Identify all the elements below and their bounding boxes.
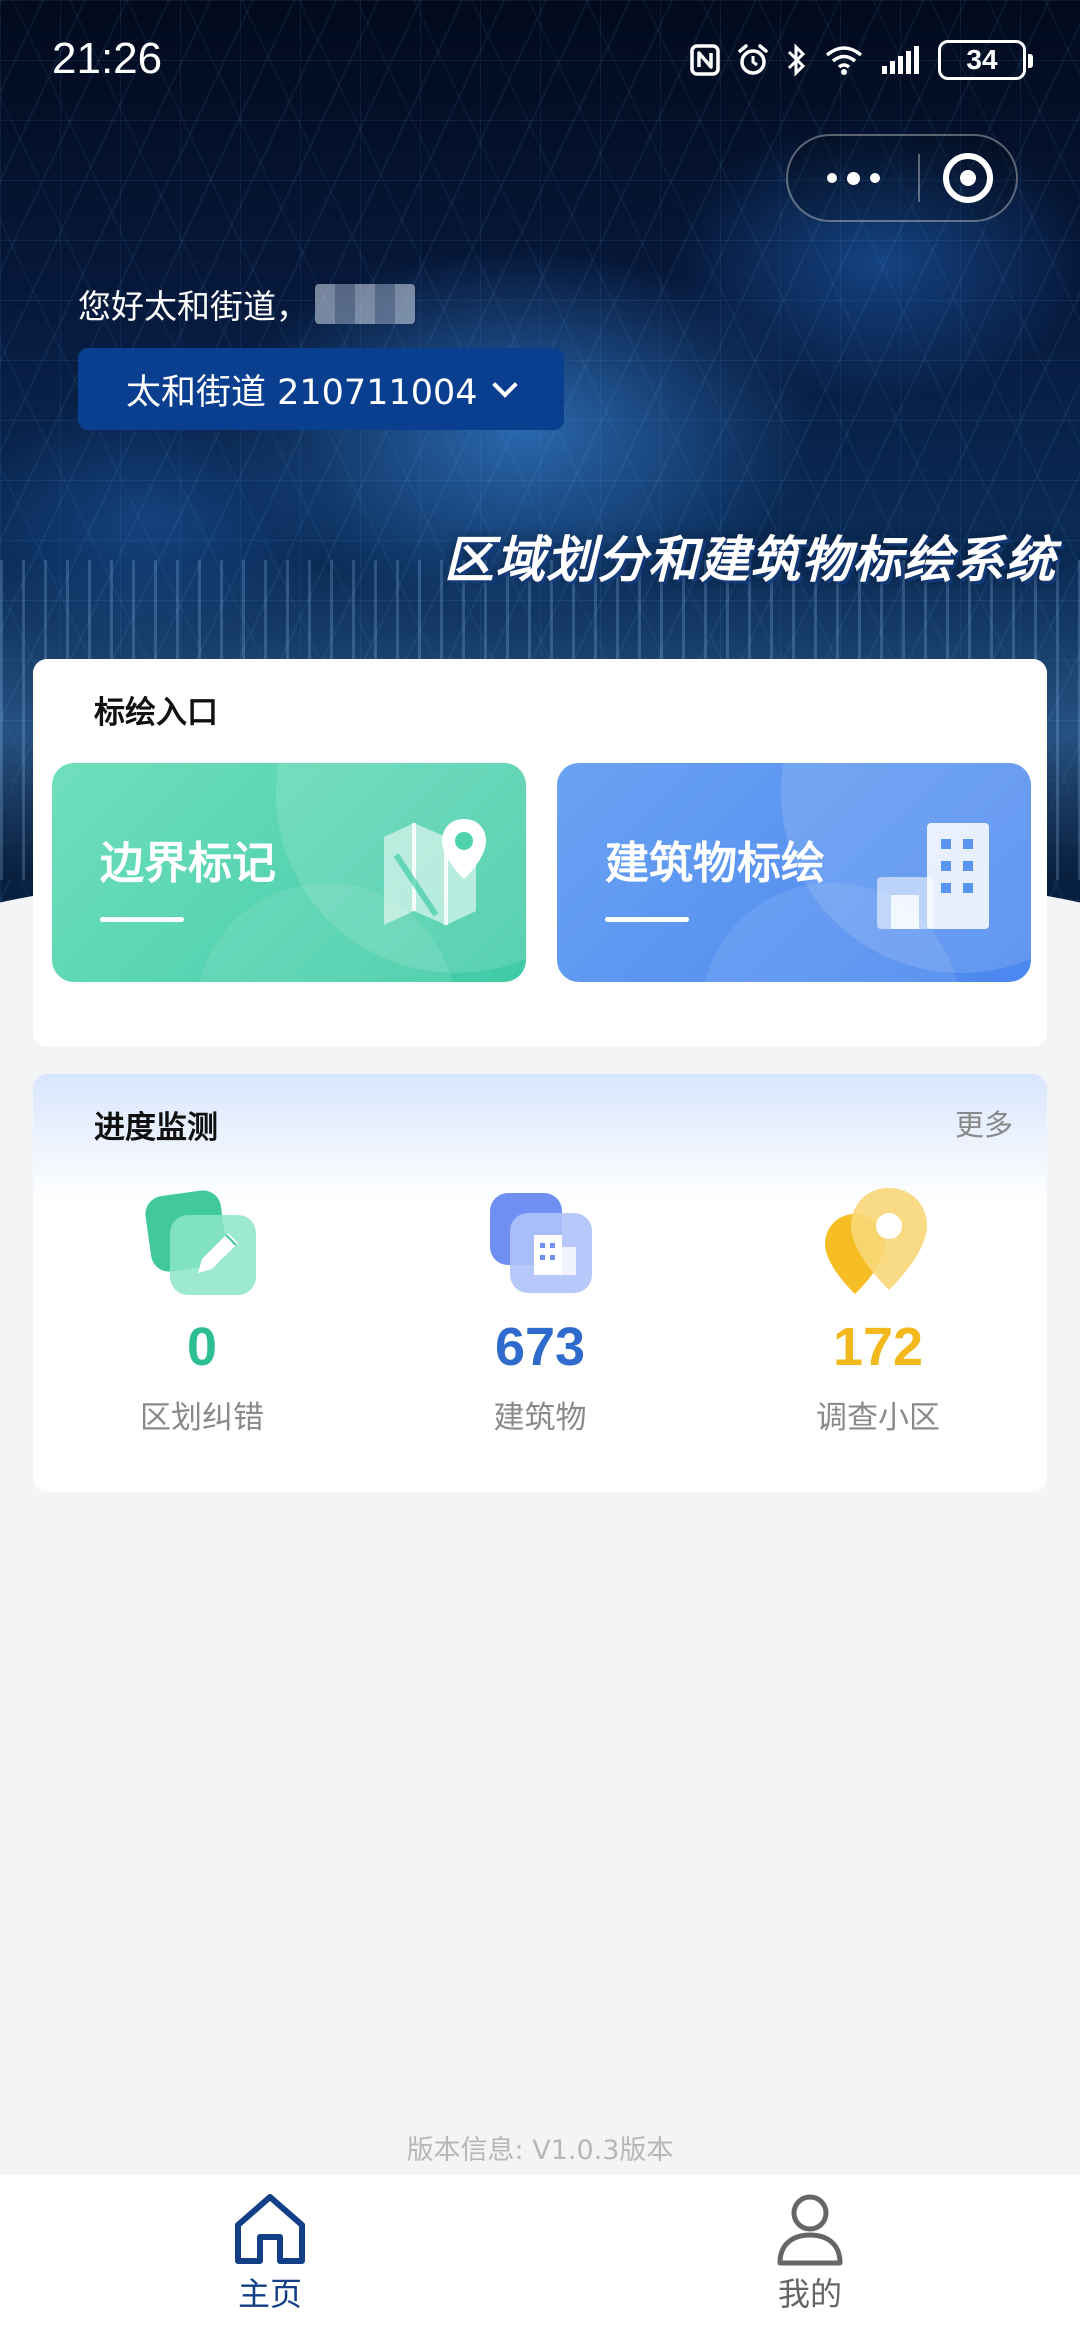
tab-home[interactable]: 主页: [0, 2175, 540, 2331]
more-options-button[interactable]: [788, 136, 918, 220]
entry-card: 标绘入口 边界标记 建筑物标绘: [33, 659, 1047, 1047]
target-icon: [943, 153, 993, 203]
nfc-icon: [690, 44, 720, 76]
street-selector[interactable]: 太和街道 210711004: [78, 348, 564, 430]
tab-mine[interactable]: 我的: [540, 2175, 1080, 2331]
battery-icon: 34: [938, 40, 1033, 80]
more-link[interactable]: 更多: [955, 1102, 1013, 1144]
entry-card-title: 标绘入口: [94, 695, 218, 731]
bluetooth-icon: [787, 43, 806, 77]
building-icon: [490, 1193, 592, 1293]
alarm-icon: [738, 44, 768, 75]
mini-program-capsule: [786, 134, 1018, 222]
street-selector-label: 太和街道 210711004: [126, 372, 478, 413]
stat-label: 调查小区: [816, 1400, 940, 1436]
building-marking-tile[interactable]: 建筑物标绘: [557, 763, 1031, 982]
stat-label: 区划纠错: [140, 1400, 264, 1436]
progress-card: 进度监测 更多 0 区划纠错 673 建筑物 172 调查小区: [33, 1074, 1047, 1492]
tile-underline: [100, 917, 184, 922]
system-title: 区域划分和建筑物标绘系统: [444, 531, 1056, 589]
edit-icon: [145, 1190, 256, 1295]
battery-level: 34: [966, 44, 998, 75]
tile-underline: [605, 917, 689, 922]
tab-home-label: 主页: [237, 2275, 302, 2313]
user-icon: [777, 2194, 843, 2266]
more-dot: [846, 171, 860, 185]
stat-value: 0: [186, 1317, 218, 1377]
building-icon: [877, 823, 989, 929]
greeting: 您好太和街道，: [78, 280, 415, 328]
stat-label: 建筑物: [493, 1400, 587, 1436]
building-marking-label: 建筑物标绘: [605, 838, 825, 889]
status-time: 21:26: [52, 34, 163, 83]
chevron-down-icon: [491, 372, 518, 398]
version-info: 版本信息: V1.0.3版本: [406, 2135, 674, 2166]
signal-icon: [882, 46, 919, 74]
close-mini-program-button[interactable]: [920, 136, 1016, 220]
more-dot: [826, 173, 837, 183]
location-icon: [825, 1188, 927, 1294]
tab-bar: 主页 我的: [0, 2175, 1080, 2331]
map-pin-icon: [384, 819, 486, 925]
stat-boundary-corrections[interactable]: 0 区划纠错: [33, 1184, 371, 1437]
stat-survey-communities[interactable]: 172 调查小区: [709, 1184, 1047, 1437]
stat-value: 172: [832, 1317, 924, 1377]
home-icon: [235, 2194, 305, 2264]
status-icons: 34: [690, 40, 1033, 80]
stat-buildings[interactable]: 673 建筑物: [371, 1184, 709, 1437]
greeting-text: 您好太和街道，: [78, 287, 309, 326]
progress-card-title: 进度监测: [94, 1110, 218, 1146]
redacted-username: [315, 284, 415, 324]
boundary-marking-label: 边界标记: [100, 838, 276, 889]
stat-value: 673: [494, 1317, 586, 1377]
boundary-marking-tile[interactable]: 边界标记: [52, 763, 526, 982]
tab-mine-label: 我的: [777, 2275, 842, 2313]
wifi-icon: [825, 46, 863, 75]
more-dot: [869, 173, 880, 183]
status-bar: 21:26 34: [0, 0, 1080, 120]
